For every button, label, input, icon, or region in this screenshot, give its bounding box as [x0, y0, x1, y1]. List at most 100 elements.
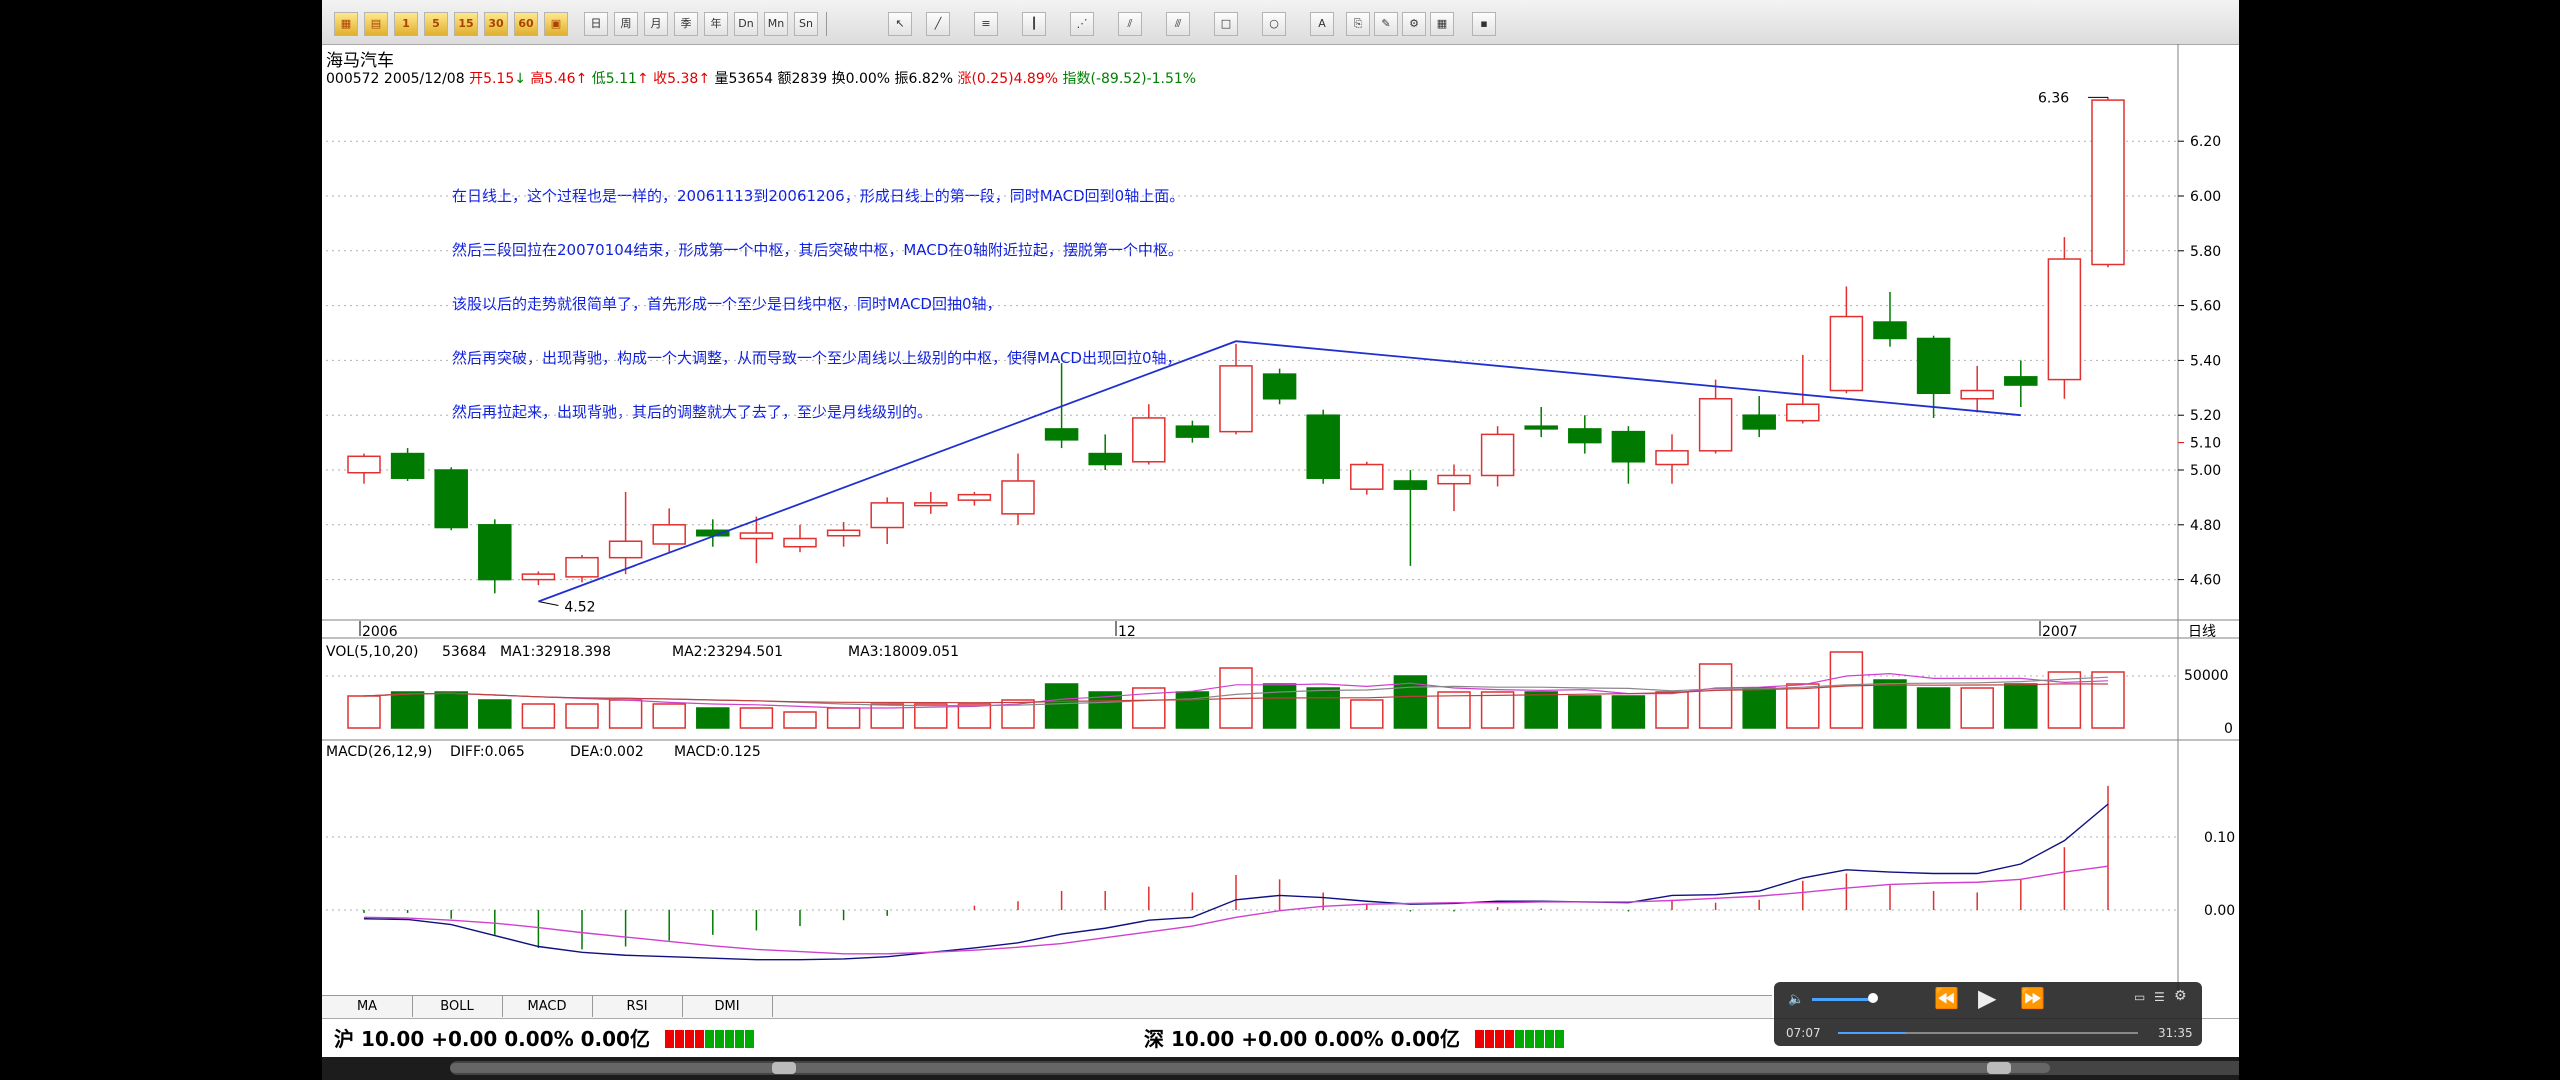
volume-bar [608, 699, 643, 729]
candle-body [1611, 430, 1646, 463]
candle-body [1698, 398, 1733, 452]
volume-icon[interactable]: 🔈 [1788, 992, 1804, 1007]
candle-body [914, 502, 948, 507]
menu-icon[interactable]: ☰ [2154, 990, 2165, 1004]
chart-mode-label: 日线 [2188, 624, 2216, 640]
candle-body [957, 493, 992, 501]
price-tick-label: 5.60 [2190, 299, 2221, 315]
candle-body [2004, 376, 2038, 386]
chart-canvas[interactable]: 6.20 6.00 5.80 5.60 5.40 5.20 5.00 4.80 4.60 5.10… [322, 0, 2239, 995]
candle-body [2047, 258, 2082, 381]
volume-bar [1742, 687, 1776, 729]
candle-body [1655, 450, 1689, 466]
candle-body [1306, 414, 1340, 479]
tab-macd[interactable]: MACD [502, 996, 593, 1017]
macd-tick-label: 0.10 [2204, 830, 2235, 846]
volume-bar [1829, 651, 1864, 729]
candle-body [739, 532, 774, 540]
vol-tick-label: 0 [2224, 721, 2233, 737]
low-marker-label: 4.52 [564, 600, 595, 616]
volume-bar [1044, 683, 1079, 729]
horizontal-scrollbar[interactable] [322, 1057, 2239, 1080]
candle-body [1001, 480, 1035, 515]
volume-bar [1306, 687, 1340, 729]
shenzhen-index: 深 10.00 +0.00 0.00% 0.00亿 [1144, 1023, 1565, 1053]
volume-bar [783, 711, 817, 729]
tab-boll[interactable]: BOLL [412, 996, 503, 1017]
candle-body [1219, 365, 1253, 433]
volume-bar [1916, 687, 1951, 729]
candle-body [1742, 414, 1776, 430]
candle-body [1873, 321, 1907, 340]
volume-bar [1655, 691, 1689, 729]
play-icon[interactable]: ▶ [1978, 984, 1996, 1012]
price-tick-label: 4.60 [2190, 573, 2221, 589]
candle-body [565, 556, 599, 578]
current-price-label: 5.10 [2190, 436, 2221, 452]
volume-bar [1568, 695, 1602, 729]
price-tick-label: 5.80 [2190, 244, 2221, 260]
volume-bar [1524, 691, 1558, 729]
candle-body [478, 524, 512, 581]
scroll-thumb-2[interactable] [1987, 1062, 2011, 1074]
tab-rsi[interactable]: RSI [592, 996, 683, 1017]
tab-dmi[interactable]: DMI [682, 996, 773, 1017]
volume-bar [1480, 691, 1515, 729]
volume-bar [1786, 683, 1820, 729]
vol-ma2: MA2:23294.501 [672, 644, 783, 660]
volume-bar [739, 707, 774, 729]
macd-tick-label: 0.00 [2204, 903, 2235, 919]
price-tick-label: 6.00 [2190, 189, 2221, 205]
candle-body [1132, 417, 1166, 463]
price-tick-label: 5.40 [2190, 353, 2221, 369]
candle-body [1568, 428, 1602, 444]
volume-bar [652, 703, 686, 729]
candle-body [1829, 315, 1864, 392]
candle-body [783, 537, 817, 548]
tab-ma[interactable]: MA [322, 996, 413, 1017]
candle-body [2091, 99, 2125, 266]
volume-slider[interactable] [1812, 998, 1872, 1001]
elapsed-time: 07:07 [1786, 1026, 1821, 1040]
low-marker-line [538, 601, 559, 607]
price-tick-label: 6.20 [2190, 134, 2221, 150]
vol-ma3: MA3:18009.051 [848, 644, 959, 660]
indicator-tabs: MA BOLL MACD RSI DMI [322, 995, 1772, 1018]
volume-bar [1960, 687, 1994, 729]
candle-body [1350, 463, 1384, 490]
volume-bar [1350, 699, 1384, 729]
gear-icon[interactable]: ⚙ [2174, 988, 2187, 1004]
date-label: 2006 [362, 624, 398, 640]
volume-bar [1873, 679, 1907, 729]
high-marker-label: 6.36 [2038, 90, 2069, 106]
volume-bar [1437, 691, 1471, 729]
volume-bar [521, 703, 556, 729]
scroll-thumb[interactable] [772, 1062, 796, 1074]
fast-forward-icon[interactable]: ⏩ [2020, 986, 2045, 1010]
candle-body [1044, 428, 1079, 441]
candle-body [1437, 474, 1471, 485]
volume-bar [1262, 683, 1297, 729]
candle-body [1088, 452, 1122, 466]
candle-body [652, 524, 686, 545]
macd-value: MACD:0.125 [674, 744, 761, 760]
candle-body [1393, 480, 1428, 490]
video-player-controls: 🔈 ⏪ ▶ ⏩ ▭ ☰ ⚙ 07:07 31:35 [1774, 982, 2202, 1046]
rewind-icon[interactable]: ⏪ [1934, 986, 1959, 1010]
candle-body [521, 573, 556, 581]
volume-bar [2004, 683, 2038, 729]
vol-ma1: MA1:32918.398 [500, 644, 611, 660]
candle-body [1262, 373, 1297, 400]
price-tick-label: 4.80 [2190, 518, 2221, 534]
window-icon[interactable]: ▭ [2134, 990, 2145, 1004]
volume-bar [434, 691, 468, 729]
macd-diff: DIFF:0.065 [450, 744, 525, 760]
candle-body [1480, 433, 1515, 477]
candle-body [1916, 337, 1951, 395]
scroll-track[interactable] [450, 1063, 2050, 1073]
candle-body [870, 502, 904, 529]
volume-bar [1698, 663, 1733, 729]
date-label: 12 [1118, 624, 1136, 640]
total-time: 31:35 [2158, 1026, 2193, 1040]
candle-body [347, 455, 381, 474]
